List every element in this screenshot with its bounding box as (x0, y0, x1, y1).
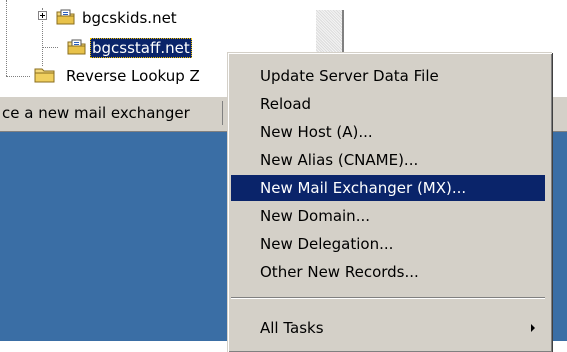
menu-separator (231, 297, 545, 299)
menu-item-label: New Host (A)... (260, 123, 373, 141)
status-text: ce a new mail exchanger (0, 101, 223, 125)
submenu-arrow-icon (531, 324, 535, 332)
zone-folder-icon (67, 38, 87, 56)
expand-plus-icon[interactable] (38, 11, 47, 20)
tree-item-bgcsstaff[interactable]: bgcsstaff.net (0, 34, 240, 58)
context-menu: Update Server Data File Reload New Host … (227, 52, 552, 352)
menu-item-label: Reload (260, 95, 312, 113)
tree-item-bgcskids[interactable]: bgcskids.net (0, 6, 240, 30)
menu-item-new-delegation[interactable]: New Delegation... (231, 231, 545, 257)
zone-folder-icon (56, 8, 76, 26)
tree-item-label: bgcsstaff.net (90, 38, 192, 58)
tree-item-reverse-lookup[interactable]: Reverse Lookup Z (0, 64, 230, 88)
tree-item-label: bgcskids.net (82, 9, 177, 27)
menu-item-label: Other New Records... (260, 263, 419, 281)
folder-icon (34, 66, 55, 84)
menu-item-label: New Domain... (260, 207, 370, 225)
menu-item-label: New Delegation... (260, 235, 394, 253)
menu-item-label: New Alias (CNAME)... (260, 151, 419, 169)
menu-item-label: New Mail Exchanger (MX)... (260, 179, 467, 197)
menu-item-label: Update Server Data File (260, 67, 439, 85)
menu-item-update-server-data-file[interactable]: Update Server Data File (231, 63, 545, 89)
menu-item-new-alias[interactable]: New Alias (CNAME)... (231, 147, 545, 173)
menu-item-reload[interactable]: Reload (231, 91, 545, 117)
menu-item-other-new-records[interactable]: Other New Records... (231, 259, 545, 285)
menu-item-new-host[interactable]: New Host (A)... (231, 119, 545, 145)
menu-item-all-tasks[interactable]: All Tasks (231, 315, 545, 341)
menu-item-new-domain[interactable]: New Domain... (231, 203, 545, 229)
menu-item-new-mail-exchanger[interactable]: New Mail Exchanger (MX)... (231, 175, 545, 201)
tree-item-label: Reverse Lookup Z (66, 67, 200, 85)
menu-item-label: All Tasks (260, 319, 324, 337)
